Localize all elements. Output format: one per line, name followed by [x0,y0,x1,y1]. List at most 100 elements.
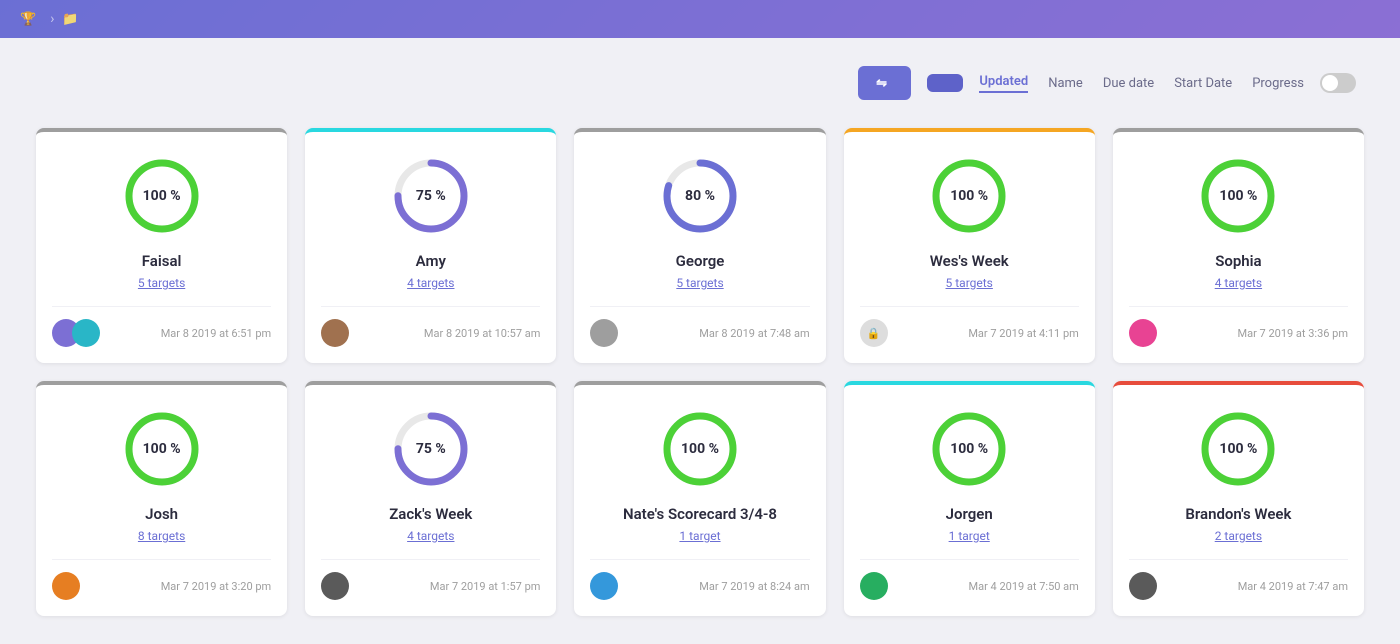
card-date: Mar 4 2019 at 7:47 am [1238,580,1348,593]
progress-label: 75 % [416,188,446,204]
card-footer: Mar 4 2019 at 7:47 am [1129,559,1348,600]
scorecard-card[interactable]: 75 % Zack's Week 4 targets Mar 7 2019 at… [305,381,556,616]
card-date: Mar 7 2019 at 3:20 pm [161,580,271,593]
card-targets-link[interactable]: 4 targets [407,529,454,543]
progress-circle: 100 % [1198,156,1278,236]
top-navigation: 🏆 › 📁 [0,0,1400,38]
card-targets-link[interactable]: 5 targets [676,276,723,290]
avatar-group [52,319,100,347]
card-title: Sophia [1215,252,1261,270]
sort-start-date[interactable]: Start Date [1174,76,1232,91]
scorecard-card[interactable]: 80 % George 5 targets Mar 8 2019 at 7:48… [574,128,825,363]
progress-label: 100 % [681,441,719,457]
scorecard-nav[interactable]: 📁 [62,12,84,27]
card-footer: Mar 7 2019 at 3:20 pm [52,559,271,600]
progress-label: 100 % [1219,441,1257,457]
sort-updated[interactable]: Updated [979,74,1028,93]
scorecard-card[interactable]: 100 % Josh 8 targets Mar 7 2019 at 3:20 … [36,381,287,616]
avatar-group [321,572,349,600]
avatar-group [321,319,349,347]
avatar [321,319,349,347]
progress-circle: 80 % [660,156,740,236]
progress-label: 100 % [1219,188,1257,204]
new-goal-button[interactable] [927,74,963,92]
card-targets-link[interactable]: 1 target [949,529,990,543]
progress-circle: 100 % [122,409,202,489]
card-title: Brandon's Week [1185,505,1291,523]
progress-circle: 100 % [929,409,1009,489]
avatar [321,572,349,600]
avatar: 🔒 [860,319,888,347]
avatar-group [1129,319,1157,347]
main-content: ⇋ Updated Name Due date Start Date Progr… [0,38,1400,644]
card-date: Mar 8 2019 at 10:57 am [424,327,540,340]
nav-separator: › [50,11,54,27]
avatar [1129,319,1157,347]
card-date: Mar 7 2019 at 4:11 pm [968,327,1078,340]
trophy-icon: 🏆 [20,12,36,27]
folder-icon: 📁 [62,12,78,27]
scorecard-card[interactable]: 100 % Nate's Scorecard 3/4-8 1 target Ma… [574,381,825,616]
page-header: ⇋ Updated Name Due date Start Date Progr… [36,66,1364,100]
progress-label: 100 % [143,188,181,204]
progress-circle: 75 % [391,409,471,489]
progress-circle: 100 % [1198,409,1278,489]
scorecard-card[interactable]: 100 % Sophia 4 targets Mar 7 2019 at 3:3… [1113,128,1364,363]
card-footer: Mar 7 2019 at 8:24 am [590,559,809,600]
scorecard-card[interactable]: 100 % Jorgen 1 target Mar 4 2019 at 7:50… [844,381,1095,616]
progress-label: 80 % [685,188,715,204]
card-title: Amy [416,252,446,270]
scorecard-card[interactable]: 100 % Faisal 5 targets Mar 8 2019 at 6:5… [36,128,287,363]
card-targets-link[interactable]: 1 target [679,529,720,543]
card-date: Mar 7 2019 at 1:57 pm [430,580,540,593]
sharing-permissions-button[interactable]: ⇋ [858,66,911,100]
card-date: Mar 7 2019 at 8:24 am [699,580,809,593]
avatar [860,572,888,600]
sort-due-date[interactable]: Due date [1103,76,1154,91]
progress-circle: 75 % [391,156,471,236]
avatar-group [860,572,888,600]
sort-name[interactable]: Name [1048,76,1083,91]
scorecard-card[interactable]: 100 % Brandon's Week 2 targets Mar 4 201… [1113,381,1364,616]
card-footer: Mar 8 2019 at 10:57 am [321,306,540,347]
card-targets-link[interactable]: 4 targets [1215,276,1262,290]
card-title: George [676,252,725,270]
card-date: Mar 8 2019 at 6:51 pm [161,327,271,340]
card-targets-link[interactable]: 5 targets [946,276,993,290]
avatar-group [590,319,618,347]
card-title: Faisal [142,252,182,270]
card-targets-link[interactable]: 4 targets [407,276,454,290]
card-date: Mar 4 2019 at 7:50 am [969,580,1079,593]
card-footer: Mar 7 2019 at 1:57 pm [321,559,540,600]
progress-circle: 100 % [929,156,1009,236]
avatar [590,319,618,347]
show-archived-toggle[interactable] [1320,73,1364,93]
card-title: Zack's Week [389,505,472,523]
avatar-group [52,572,80,600]
scorecard-card[interactable]: 75 % Amy 4 targets Mar 8 2019 at 10:57 a… [305,128,556,363]
card-title: Josh [145,505,178,523]
all-goals-nav[interactable]: 🏆 [20,12,42,27]
avatar-group [1129,572,1157,600]
card-targets-link[interactable]: 5 targets [138,276,185,290]
avatar [590,572,618,600]
sort-progress[interactable]: Progress [1252,76,1304,91]
card-date: Mar 7 2019 at 3:36 pm [1238,327,1348,340]
avatar-group [590,572,618,600]
progress-label: 100 % [950,441,988,457]
card-footer: Mar 8 2019 at 6:51 pm [52,306,271,347]
avatar [52,572,80,600]
progress-label: 100 % [950,188,988,204]
card-title: Wes's Week [930,252,1009,270]
progress-circle: 100 % [122,156,202,236]
share-icon: ⇋ [876,75,887,91]
avatar-group: 🔒 [860,319,888,347]
card-targets-link[interactable]: 8 targets [138,529,185,543]
scorecard-card[interactable]: 100 % Wes's Week 5 targets 🔒 Mar 7 2019 … [844,128,1095,363]
progress-label: 75 % [416,441,446,457]
avatar [72,319,100,347]
card-footer: Mar 8 2019 at 7:48 am [590,306,809,347]
archived-toggle-switch[interactable] [1320,73,1356,93]
card-title: Jorgen [946,505,993,523]
card-targets-link[interactable]: 2 targets [1215,529,1262,543]
